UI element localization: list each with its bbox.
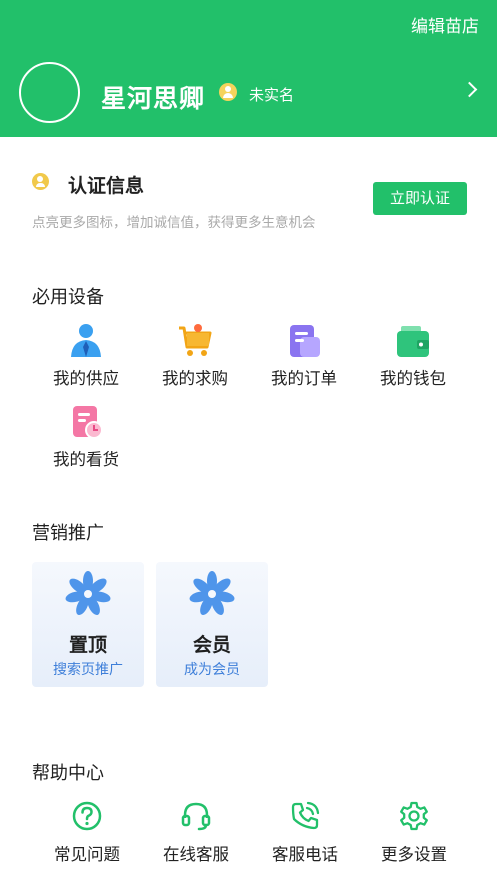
- tool-label: 我的求购: [162, 369, 228, 388]
- help-item-label: 客服电话: [272, 845, 338, 864]
- tool-item-inspection[interactable]: 我的看货: [32, 404, 140, 470]
- help-item-label: 更多设置: [381, 845, 447, 864]
- supply-person-icon: [68, 323, 104, 359]
- verify-status-label[interactable]: 未实名: [249, 84, 294, 105]
- avatar[interactable]: [19, 62, 80, 123]
- promo-card-title: 会员: [192, 634, 231, 656]
- help-item-label: 常见问题: [54, 845, 120, 864]
- tools-section-title: 必用设备: [32, 287, 104, 308]
- headset-icon: [181, 802, 211, 831]
- inspection-clock-icon: [68, 404, 104, 440]
- help-item-more-settings[interactable]: 更多设置: [359, 800, 469, 865]
- tool-label: 我的订单: [271, 369, 337, 388]
- tool-label: 我的供应: [53, 369, 119, 388]
- help-item-label: 在线客服: [163, 845, 229, 864]
- tool-item-wallet[interactable]: 我的钱包: [359, 323, 467, 389]
- tool-label: 我的看货: [53, 450, 119, 469]
- certification-subtitle: 点亮更多图标，增加诚信值，获得更多生意机会: [32, 215, 316, 231]
- certification-title: 认证信息: [68, 175, 145, 197]
- phone-icon: [291, 801, 320, 830]
- help-item-hotline[interactable]: 客服电话: [250, 800, 360, 865]
- tool-item-orders[interactable]: 我的订单: [250, 323, 358, 389]
- promo-card-subtitle: 搜索页推广: [53, 662, 123, 678]
- shopping-cart-icon: [177, 323, 213, 359]
- tool-label: 我的钱包: [380, 369, 446, 388]
- gear-icon: [400, 801, 428, 831]
- marketing-section-title: 营销推广: [32, 523, 104, 544]
- flower-icon: [65, 571, 111, 615]
- help-section-title: 帮助中心: [32, 763, 104, 784]
- promo-card-subtitle: 成为会员: [184, 662, 240, 678]
- order-document-icon: [286, 323, 322, 359]
- chevron-right-icon[interactable]: [461, 81, 478, 98]
- promo-card-membership[interactable]: 会员 成为会员: [156, 562, 268, 687]
- help-item-online-service[interactable]: 在线客服: [141, 800, 251, 865]
- certification-icon: [32, 173, 49, 190]
- profile-header: 编辑苗店 星河思卿 未实名: [0, 0, 497, 137]
- question-icon: [72, 801, 102, 831]
- username[interactable]: 星河思卿: [101, 79, 205, 115]
- edit-shop-link[interactable]: 编辑苗店: [411, 12, 479, 37]
- tool-item-supply[interactable]: 我的供应: [32, 323, 140, 389]
- certify-now-button[interactable]: 立即认证: [373, 182, 467, 215]
- promo-card-pin-top[interactable]: 置顶 搜索页推广: [32, 562, 144, 687]
- tool-item-purchase[interactable]: 我的求购: [141, 323, 249, 389]
- help-item-faq[interactable]: 常见问题: [32, 800, 142, 865]
- verify-status-icon: [219, 83, 237, 101]
- flower-icon: [189, 571, 235, 615]
- promo-card-title: 置顶: [68, 634, 107, 656]
- wallet-icon: [395, 323, 431, 359]
